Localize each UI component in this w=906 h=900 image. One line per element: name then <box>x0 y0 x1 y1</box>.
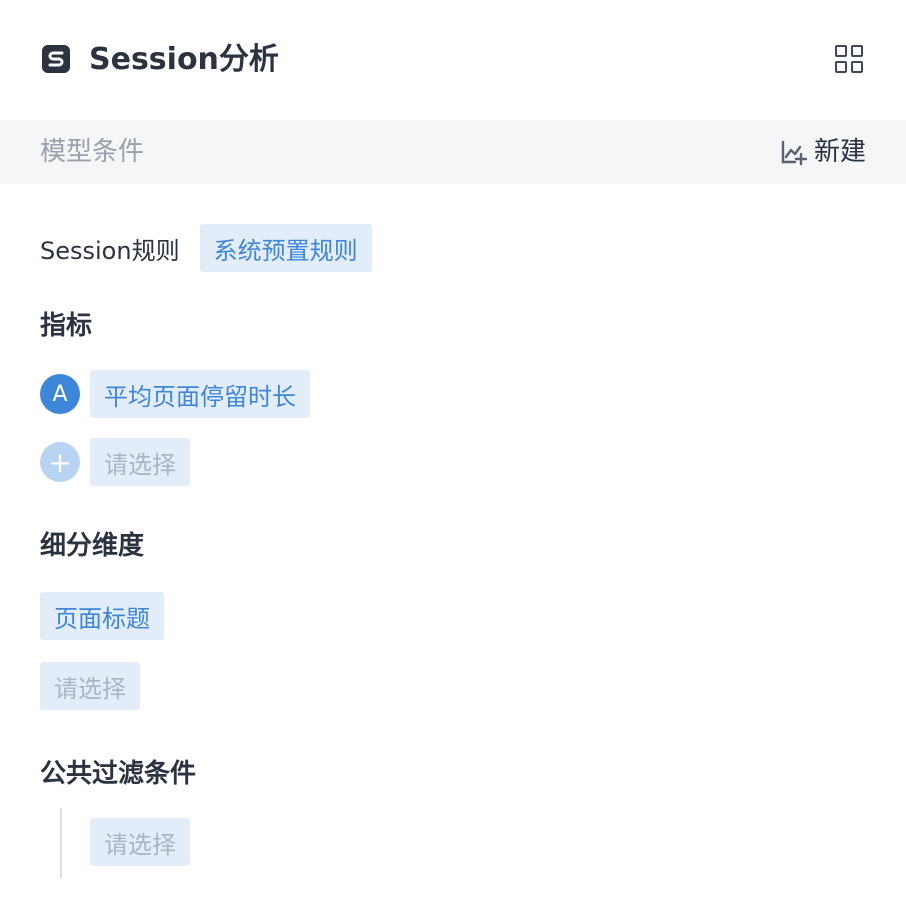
filter-group-line <box>60 808 62 878</box>
session-rule-label: Session规则 <box>40 236 180 265</box>
metric-badge: A <box>40 374 80 414</box>
session-rule-select[interactable]: 系统预置规则 <box>199 224 372 272</box>
metrics-heading: 指标 <box>40 311 93 341</box>
filter-select[interactable]: 请选择 <box>90 818 190 866</box>
grid-cell <box>851 45 863 57</box>
grid-cell <box>851 61 863 73</box>
panel-header: Session分析 <box>0 0 906 120</box>
add-metric-row: + 请选择 <box>40 438 190 486</box>
grid-cell <box>835 61 847 73</box>
add-metric-select[interactable]: 请选择 <box>90 438 190 486</box>
session-rule-row: Session规则 系统预置规则 <box>40 224 372 272</box>
metric-item: A 平均页面停留时长 <box>40 370 310 418</box>
model-conditions-title: 模型条件 <box>40 137 145 167</box>
add-icon[interactable]: + <box>40 442 80 482</box>
app-logo-icon <box>42 45 70 73</box>
grid-cell <box>835 45 847 57</box>
new-button-label: 新建 <box>813 137 866 167</box>
s-logo-glyph <box>48 51 64 67</box>
model-conditions-bar: 模型条件 新建 <box>0 120 906 184</box>
page-title: Session分析 <box>89 42 279 77</box>
breakdown-heading: 细分维度 <box>40 531 145 561</box>
filters-heading: 公共过滤条件 <box>40 759 197 789</box>
breakdown-select[interactable]: 请选择 <box>40 662 140 710</box>
new-button[interactable]: 新建 <box>780 135 866 169</box>
grid-icon[interactable] <box>834 44 864 74</box>
breakdown-item[interactable]: 页面标题 <box>40 592 164 640</box>
chart-add-icon <box>781 140 808 166</box>
metric-select[interactable]: 平均页面停留时长 <box>90 370 310 418</box>
